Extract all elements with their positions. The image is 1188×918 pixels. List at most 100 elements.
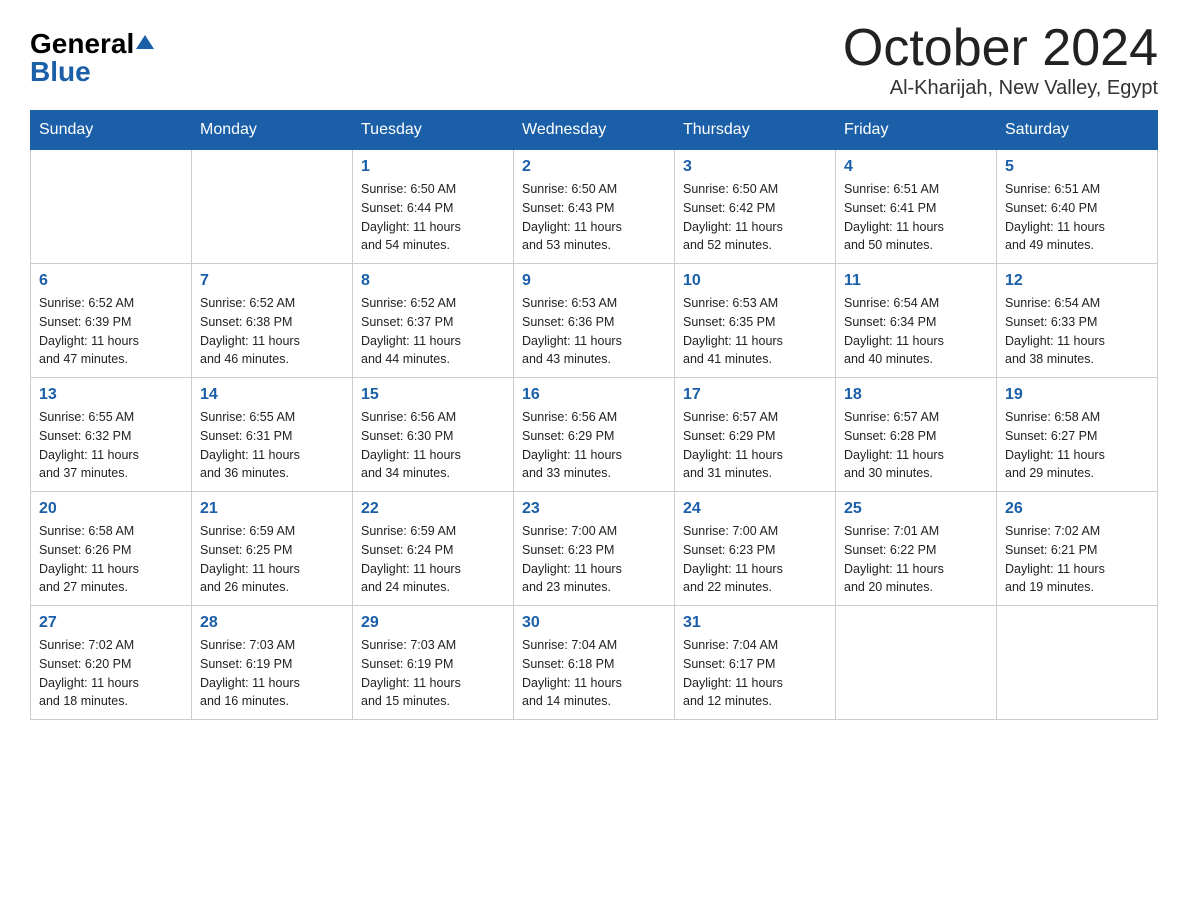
calendar-cell: 26Sunrise: 7:02 AM Sunset: 6:21 PM Dayli… [997, 492, 1158, 606]
location-subtitle: Al-Kharijah, New Valley, Egypt [843, 77, 1158, 100]
day-info: Sunrise: 6:59 AM Sunset: 6:24 PM Dayligh… [361, 522, 505, 597]
calendar-cell: 14Sunrise: 6:55 AM Sunset: 6:31 PM Dayli… [192, 378, 353, 492]
day-number: 18 [844, 386, 988, 404]
calendar-cell: 3 Sunrise: 6:50 AM Sunset: 6:42 PM Daylig… [675, 150, 836, 264]
day-info: Sunrise: 6:52 AM Sunset: 6:37 PM Dayligh… [361, 294, 505, 369]
calendar-table: SundayMondayTuesdayWednesdayThursdayFrid… [30, 110, 1158, 720]
day-number: 22 [361, 500, 505, 518]
day-number: 6 [39, 272, 183, 290]
day-number: 3 [683, 158, 827, 176]
header-tuesday: Tuesday [353, 111, 514, 150]
day-number: 25 [844, 500, 988, 518]
day-info: Sunrise: 7:00 AM Sunset: 6:23 PM Dayligh… [522, 522, 666, 597]
calendar-cell: 4 Sunrise: 6:51 AM Sunset: 6:41 PM Daylig… [836, 150, 997, 264]
calendar-cell: 20Sunrise: 6:58 AM Sunset: 6:26 PM Dayli… [31, 492, 192, 606]
day-number: 13 [39, 386, 183, 404]
day-info: Sunrise: 6:58 AM Sunset: 6:27 PM Dayligh… [1005, 408, 1149, 483]
day-number: 16 [522, 386, 666, 404]
day-number: 11 [844, 272, 988, 290]
calendar-week-row: 13Sunrise: 6:55 AM Sunset: 6:32 PM Dayli… [31, 378, 1158, 492]
calendar-cell: 10Sunrise: 6:53 AM Sunset: 6:35 PM Dayli… [675, 264, 836, 378]
calendar-cell: 16Sunrise: 6:56 AM Sunset: 6:29 PM Dayli… [514, 378, 675, 492]
day-info: Sunrise: 6:51 AM Sunset: 6:41 PM Dayligh… [844, 180, 988, 255]
day-number: 12 [1005, 272, 1149, 290]
day-info: Sunrise: 6:52 AM Sunset: 6:39 PM Dayligh… [39, 294, 183, 369]
day-info: Sunrise: 7:03 AM Sunset: 6:19 PM Dayligh… [200, 636, 344, 711]
logo-general-text: General [30, 30, 134, 58]
header-monday: Monday [192, 111, 353, 150]
day-number: 30 [522, 614, 666, 632]
calendar-cell: 7 Sunrise: 6:52 AM Sunset: 6:38 PM Daylig… [192, 264, 353, 378]
calendar-cell: 28 Sunrise: 7:03 AM Sunset: 6:19 PM Dayli… [192, 606, 353, 720]
month-title: October 2024 [843, 20, 1158, 77]
calendar-cell: 15 Sunrise: 6:56 AM Sunset: 6:30 PM Dayli… [353, 378, 514, 492]
day-info: Sunrise: 7:00 AM Sunset: 6:23 PM Dayligh… [683, 522, 827, 597]
calendar-cell: 27 Sunrise: 7:02 AM Sunset: 6:20 PM Dayli… [31, 606, 192, 720]
day-info: Sunrise: 6:51 AM Sunset: 6:40 PM Dayligh… [1005, 180, 1149, 255]
calendar-cell: 25 Sunrise: 7:01 AM Sunset: 6:22 PM Dayli… [836, 492, 997, 606]
day-info: Sunrise: 6:52 AM Sunset: 6:38 PM Dayligh… [200, 294, 344, 369]
header-thursday: Thursday [675, 111, 836, 150]
day-info: Sunrise: 6:50 AM Sunset: 6:42 PM Dayligh… [683, 180, 827, 255]
day-number: 29 [361, 614, 505, 632]
day-number: 21 [200, 500, 344, 518]
day-number: 17 [683, 386, 827, 404]
day-number: 26 [1005, 500, 1149, 518]
calendar-cell [997, 606, 1158, 720]
calendar-cell: 13Sunrise: 6:55 AM Sunset: 6:32 PM Dayli… [31, 378, 192, 492]
day-number: 28 [200, 614, 344, 632]
calendar-cell: 21Sunrise: 6:59 AM Sunset: 6:25 PM Dayli… [192, 492, 353, 606]
calendar-cell: 23 Sunrise: 7:00 AM Sunset: 6:23 PM Dayli… [514, 492, 675, 606]
day-info: Sunrise: 7:04 AM Sunset: 6:18 PM Dayligh… [522, 636, 666, 711]
day-number: 2 [522, 158, 666, 176]
header-wednesday: Wednesday [514, 111, 675, 150]
header-sunday: Sunday [31, 111, 192, 150]
logo-blue-text: Blue [30, 58, 91, 86]
calendar-cell: 5 Sunrise: 6:51 AM Sunset: 6:40 PM Daylig… [997, 150, 1158, 264]
day-number: 5 [1005, 158, 1149, 176]
calendar-cell: 6 Sunrise: 6:52 AM Sunset: 6:39 PM Daylig… [31, 264, 192, 378]
day-number: 9 [522, 272, 666, 290]
calendar-cell: 19 Sunrise: 6:58 AM Sunset: 6:27 PM Dayli… [997, 378, 1158, 492]
day-info: Sunrise: 6:57 AM Sunset: 6:29 PM Dayligh… [683, 408, 827, 483]
calendar-week-row: 1Sunrise: 6:50 AM Sunset: 6:44 PM Daylig… [31, 150, 1158, 264]
day-info: Sunrise: 6:56 AM Sunset: 6:30 PM Dayligh… [361, 408, 505, 483]
day-number: 23 [522, 500, 666, 518]
day-info: Sunrise: 7:02 AM Sunset: 6:20 PM Dayligh… [39, 636, 183, 711]
calendar-week-row: 6 Sunrise: 6:52 AM Sunset: 6:39 PM Daylig… [31, 264, 1158, 378]
day-number: 20 [39, 500, 183, 518]
day-number: 31 [683, 614, 827, 632]
day-number: 7 [200, 272, 344, 290]
day-number: 15 [361, 386, 505, 404]
calendar-cell: 9 Sunrise: 6:53 AM Sunset: 6:36 PM Daylig… [514, 264, 675, 378]
day-info: Sunrise: 6:53 AM Sunset: 6:36 PM Dayligh… [522, 294, 666, 369]
day-info: Sunrise: 6:53 AM Sunset: 6:35 PM Dayligh… [683, 294, 827, 369]
day-info: Sunrise: 6:54 AM Sunset: 6:34 PM Dayligh… [844, 294, 988, 369]
logo: General Blue [30, 20, 154, 86]
calendar-cell: 2 Sunrise: 6:50 AM Sunset: 6:43 PM Daylig… [514, 150, 675, 264]
calendar-cell: 29 Sunrise: 7:03 AM Sunset: 6:19 PM Dayli… [353, 606, 514, 720]
day-info: Sunrise: 6:57 AM Sunset: 6:28 PM Dayligh… [844, 408, 988, 483]
day-info: Sunrise: 7:03 AM Sunset: 6:19 PM Dayligh… [361, 636, 505, 711]
day-number: 27 [39, 614, 183, 632]
calendar-cell: 31Sunrise: 7:04 AM Sunset: 6:17 PM Dayli… [675, 606, 836, 720]
day-number: 4 [844, 158, 988, 176]
header-saturday: Saturday [997, 111, 1158, 150]
calendar-week-row: 27 Sunrise: 7:02 AM Sunset: 6:20 PM Dayli… [31, 606, 1158, 720]
calendar-cell: 12Sunrise: 6:54 AM Sunset: 6:33 PM Dayli… [997, 264, 1158, 378]
day-info: Sunrise: 6:55 AM Sunset: 6:31 PM Dayligh… [200, 408, 344, 483]
day-info: Sunrise: 6:50 AM Sunset: 6:43 PM Dayligh… [522, 180, 666, 255]
calendar-cell [31, 150, 192, 264]
calendar-header-row: SundayMondayTuesdayWednesdayThursdayFrid… [31, 111, 1158, 150]
header: General Blue October 2024 Al-Kharijah, N… [30, 20, 1158, 100]
calendar-cell: 17 Sunrise: 6:57 AM Sunset: 6:29 PM Dayli… [675, 378, 836, 492]
calendar-cell [192, 150, 353, 264]
calendar-cell: 18 Sunrise: 6:57 AM Sunset: 6:28 PM Dayli… [836, 378, 997, 492]
day-info: Sunrise: 7:01 AM Sunset: 6:22 PM Dayligh… [844, 522, 988, 597]
day-number: 24 [683, 500, 827, 518]
day-info: Sunrise: 6:50 AM Sunset: 6:44 PM Dayligh… [361, 180, 505, 255]
calendar-cell: 11 Sunrise: 6:54 AM Sunset: 6:34 PM Dayli… [836, 264, 997, 378]
logo-triangle-icon [136, 33, 154, 51]
calendar-cell: 8Sunrise: 6:52 AM Sunset: 6:37 PM Daylig… [353, 264, 514, 378]
day-number: 19 [1005, 386, 1149, 404]
